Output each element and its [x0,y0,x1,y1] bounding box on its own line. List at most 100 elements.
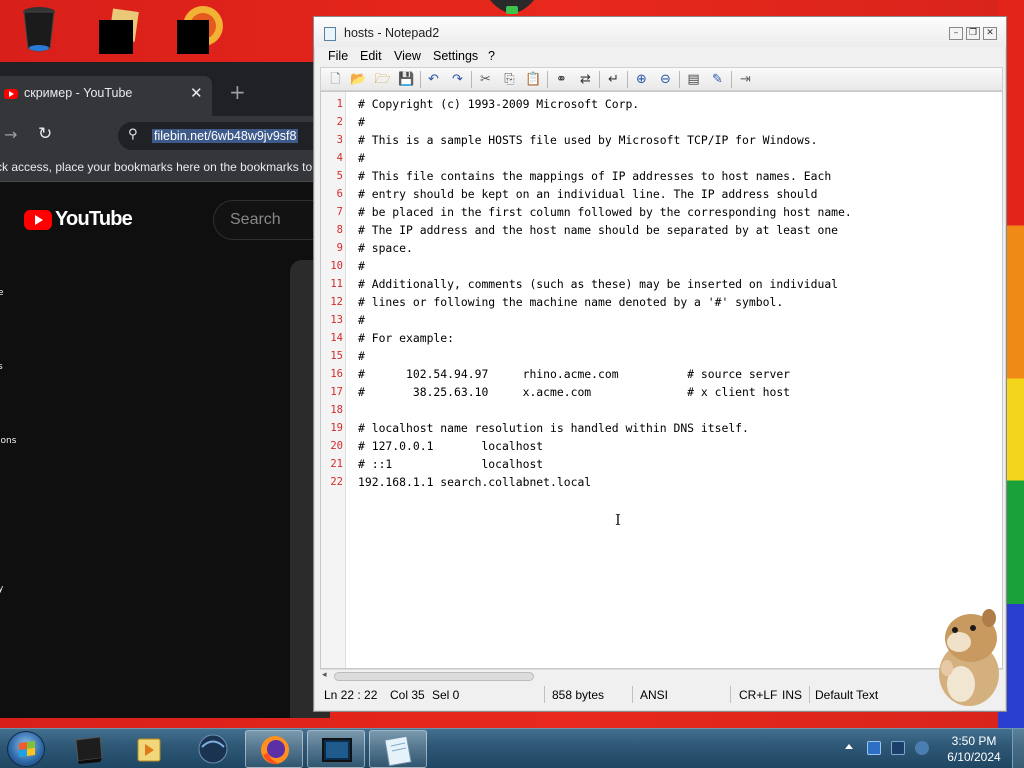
taskbar: 3:50 PM 6/10/2024 [0,728,1024,768]
line-text[interactable]: # [358,113,365,131]
line-text[interactable]: # 127.0.0.1 localhost [358,437,543,455]
line-text[interactable]: # entry should be kept on an individual … [358,185,817,203]
line-text[interactable]: # The IP address and the host name shoul… [358,221,838,239]
new-file-icon[interactable]: 🗋 [327,71,344,88]
status-file-size: 858 bytes [552,688,605,702]
clock-date: 6/10/2024 [947,750,1001,764]
close-tab-icon[interactable]: ✕ [190,84,203,102]
line-text[interactable]: # [358,149,365,167]
taskbar-item-media-player[interactable] [121,730,179,768]
zoom-out-icon[interactable]: ⊖ [657,71,674,88]
line-text[interactable]: # This is a sample HOSTS file used by Mi… [358,131,817,149]
search-icon: ⚲ [128,127,138,142]
scheme-icon[interactable]: ▤ [685,71,702,88]
undo-icon[interactable]: ↶ [425,71,442,88]
line-number: 5 [336,170,343,182]
forward-arrow-icon[interactable]: → [4,125,17,144]
zoom-in-icon[interactable]: ⊕ [633,71,650,88]
status-line-endings[interactable]: CR+LF [739,688,777,702]
redo-icon[interactable]: ↷ [449,71,466,88]
scrollbar-thumb[interactable] [334,672,534,681]
maximize-button[interactable]: ❐ [966,27,980,40]
find-icon[interactable]: ⚭ [553,71,570,88]
tray-app-icon[interactable] [867,741,881,755]
copy-icon[interactable]: ⎘ [501,71,518,88]
desktop-icon-recycle-bin[interactable] [12,4,66,60]
hamster-sticker-icon [939,609,999,706]
app-shortcut-icon [173,4,223,54]
sidebar-item-label[interactable]: s [0,362,3,372]
minimize-button[interactable]: – [949,27,963,40]
taskbar-item-notepad2[interactable] [369,730,427,768]
network-icon[interactable] [891,741,905,755]
line-text[interactable]: # This file contains the mappings of IP … [358,167,831,185]
line-text[interactable]: # 38.25.63.10 x.acme.com # x client host [358,383,790,401]
sidebar-item-label[interactable]: y [0,584,3,594]
line-text[interactable]: # lines or following the machine name de… [358,293,783,311]
scroll-left-icon[interactable]: ◂ [322,670,327,680]
line-text[interactable]: # For example: [358,329,454,347]
line-number: 14 [330,332,343,344]
sidebar-item-label[interactable]: ions [0,436,16,446]
firefox-icon [261,736,289,765]
address-bar[interactable]: ⚲ filebin.net/6wb48w9jv9sf8 [118,122,330,150]
menu-edit[interactable]: Edit [360,49,382,63]
title-bar[interactable]: hosts - Notepad2 – ❐ ✕ [314,17,1006,47]
app-window-icon [322,738,352,762]
desktop-icon-app[interactable] [166,4,223,60]
menu-settings[interactable]: Settings [433,49,478,63]
recycle-bin-icon [19,4,59,52]
line-text[interactable]: 192.168.1.1 search.collabnet.local [358,473,591,491]
browse-icon[interactable]: 🗁 [374,71,391,88]
line-text[interactable]: # 102.54.94.97 rhino.acme.com # source s… [358,365,790,383]
line-text[interactable]: # ::1 localhost [358,455,543,473]
show-hidden-icons-icon[interactable] [845,744,853,749]
line-text[interactable]: # [358,311,365,329]
new-tab-icon[interactable]: + [229,80,246,104]
reload-icon[interactable]: ↻ [38,124,52,144]
line-text[interactable]: # [358,347,365,365]
windows-logo-icon [19,740,35,758]
desktop-icon-folder[interactable] [86,4,140,60]
save-icon[interactable]: 💾 [398,71,415,88]
youtube-favicon-icon [4,89,18,99]
sidebar-item-label[interactable]: e [0,288,4,298]
line-text[interactable]: # [358,257,365,275]
status-encoding[interactable]: ANSI [640,688,668,702]
paste-icon[interactable]: 📋 [525,71,542,88]
youtube-logo-icon[interactable] [24,210,52,230]
open-file-icon[interactable]: 📂 [350,71,367,88]
start-button[interactable] [7,731,45,767]
line-text[interactable]: # be placed in the first column followed… [358,203,852,221]
close-button[interactable]: ✕ [983,27,997,40]
cut-icon[interactable]: ✂ [477,71,494,88]
line-text[interactable]: # space. [358,239,413,257]
notepad2-window: hosts - Notepad2 – ❐ ✕ File Edit View Se… [313,16,1007,712]
customize-scheme-icon[interactable]: ✎ [709,71,726,88]
status-scheme[interactable]: Default Text [815,688,878,702]
system-clock[interactable]: 3:50 PM 6/10/2024 [938,733,1010,765]
line-text[interactable]: # localhost name resolution is handled w… [358,419,749,437]
menu-file[interactable]: File [328,49,348,63]
menu-help[interactable]: ? [488,49,495,63]
volume-icon[interactable] [915,741,929,755]
taskbar-item-firefox[interactable] [245,730,303,768]
youtube-logo-text[interactable]: YouTube [55,208,133,231]
line-text[interactable]: # Copyright (c) 1993-2009 Microsoft Corp… [358,95,639,113]
replace-icon[interactable]: ⇄ [577,71,594,88]
line-number: 3 [336,134,343,146]
browser-tab[interactable]: скример - YouTube ✕ [0,76,212,116]
taskbar-item-window[interactable] [307,730,365,768]
menu-view[interactable]: View [394,49,421,63]
show-desktop-button[interactable] [1012,729,1024,768]
taskbar-item-app-1[interactable] [60,730,118,768]
line-text[interactable]: # Additionally, comments (such as these)… [358,275,838,293]
address-url[interactable]: filebin.net/6wb48w9jv9sf8 [152,129,299,143]
word-wrap-icon[interactable]: ↵ [605,71,622,88]
youtube-search-placeholder: Search [230,211,281,228]
horizontal-scrollbar[interactable]: ◂ [320,669,1003,683]
line-number: 21 [330,458,343,470]
exit-icon[interactable]: ⇥ [737,71,754,88]
taskbar-item-globe[interactable] [183,730,241,768]
text-editor[interactable]: 1 # Copyright (c) 1993-2009 Microsoft Cor… [320,91,1003,669]
